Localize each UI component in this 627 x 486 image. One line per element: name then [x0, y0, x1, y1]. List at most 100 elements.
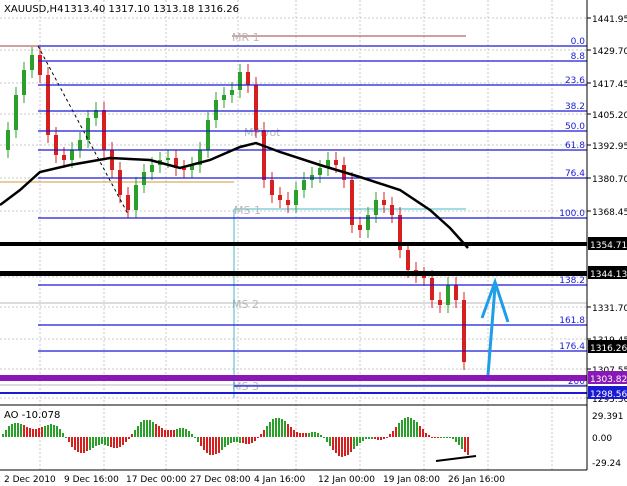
ao-bar: [254, 437, 256, 441]
candle-body: [374, 200, 378, 215]
ao-bar: [269, 422, 271, 437]
candle-body: [150, 165, 154, 172]
price-chart[interactable]: MR 1MPivotMS 1MS 2MS 3 0.08.823.638.250.…: [0, 0, 627, 486]
ao-bar: [347, 437, 349, 455]
chart-ohlc-values: 1313.40 1317.10 1313.18 1316.26: [64, 4, 239, 15]
ao-bar: [290, 427, 292, 437]
ao-bar: [266, 426, 268, 437]
ao-bar: [365, 437, 367, 439]
fib-level-label: 50.0: [565, 122, 585, 132]
candle-body: [446, 285, 450, 305]
ao-bar: [428, 435, 430, 437]
ao-bar: [2, 434, 4, 437]
price-axis-label: 1380.70: [592, 175, 627, 185]
ao-bar: [386, 437, 388, 438]
ao-bar: [413, 420, 415, 437]
ao-bar: [239, 437, 241, 443]
ao-bar: [371, 437, 373, 439]
ao-bar: [158, 426, 160, 437]
ao-bar: [464, 437, 466, 452]
ao-bar: [74, 437, 76, 450]
ao-bar: [185, 429, 187, 437]
candle-body: [22, 70, 26, 95]
fib-level-label: 161.8: [559, 316, 585, 326]
resistance-line: [0, 242, 587, 246]
ao-bar: [392, 431, 394, 437]
price-axis-label: 1441.95: [592, 15, 627, 25]
price-axis-label: 1405.20: [592, 111, 627, 121]
support-line: [0, 375, 587, 381]
ao-bar: [278, 418, 280, 437]
ao-bar: [107, 437, 109, 446]
candle-body: [166, 158, 170, 160]
ao-bar: [101, 437, 103, 444]
fib-level-label: 138.2: [559, 276, 585, 286]
ao-bar: [32, 429, 34, 437]
ao-bar: [86, 437, 88, 451]
ao-bar: [404, 418, 406, 437]
ao-bar: [272, 419, 274, 437]
ao-bar: [452, 437, 454, 439]
ao-bar: [50, 424, 52, 437]
candle-body: [134, 185, 138, 210]
ao-bar: [17, 423, 19, 437]
ao-bar: [89, 437, 91, 450]
ao-bar: [104, 437, 106, 445]
ao-bar: [368, 437, 370, 439]
ao-bar: [77, 437, 79, 452]
ao-bar: [302, 433, 304, 437]
ao-bar: [398, 423, 400, 437]
ao-bar: [263, 430, 265, 437]
ao-bar: [296, 432, 298, 437]
price-axis-label: 1392.95: [592, 142, 627, 152]
candle-body: [230, 90, 234, 95]
ao-bar: [434, 437, 436, 438]
fib-level-label: 23.6: [565, 76, 585, 86]
ao-bar: [59, 429, 61, 437]
ao-bar: [200, 437, 202, 446]
candle-body: [222, 95, 226, 100]
ao-bar: [194, 437, 196, 438]
fib-level-label: 76.4: [565, 169, 585, 179]
candle-body: [214, 100, 218, 120]
ao-bar: [113, 437, 115, 448]
fib-level-label: 0.0: [571, 37, 586, 47]
ao-bar: [41, 427, 43, 437]
ao-bar: [92, 437, 94, 448]
ao-scale-label: -29.24: [592, 459, 621, 469]
price-tag-label: 1316.26: [590, 344, 627, 354]
ao-bar: [341, 437, 343, 457]
fib-level-label: 100.0: [559, 209, 585, 219]
ao-bar: [65, 437, 67, 438]
ao-bar: [359, 437, 361, 443]
ao-bar: [26, 427, 28, 437]
ao-bar: [8, 426, 10, 437]
ao-scale-label: 29.391: [592, 412, 624, 422]
ao-bar: [95, 437, 97, 446]
ao-bar: [71, 437, 73, 447]
ao-bar: [83, 437, 85, 453]
ao-bar: [281, 419, 283, 437]
pivot-label: MS 2: [232, 298, 259, 311]
ao-bar: [140, 422, 142, 437]
ao-bar: [62, 433, 64, 437]
fib-level-label: 61.8: [565, 141, 585, 151]
ao-bar: [383, 437, 385, 439]
ao-bar: [11, 424, 13, 437]
ao-bar: [170, 430, 172, 437]
candle-body: [14, 95, 18, 130]
ao-bar: [164, 430, 166, 437]
ao-bar: [179, 428, 181, 437]
ao-bar: [461, 437, 463, 449]
candle-body: [102, 110, 106, 150]
fib-level-label: 8.8: [571, 52, 586, 62]
ao-bar: [44, 426, 46, 437]
ao-bar: [446, 437, 448, 438]
candle-body: [262, 130, 266, 180]
ao-bar: [227, 437, 229, 445]
candle-body: [430, 278, 434, 300]
ao-bar: [317, 433, 319, 437]
time-axis-label: 2 Dec 2010: [4, 475, 56, 485]
ao-bar: [68, 437, 70, 442]
ao-bar: [260, 434, 262, 437]
